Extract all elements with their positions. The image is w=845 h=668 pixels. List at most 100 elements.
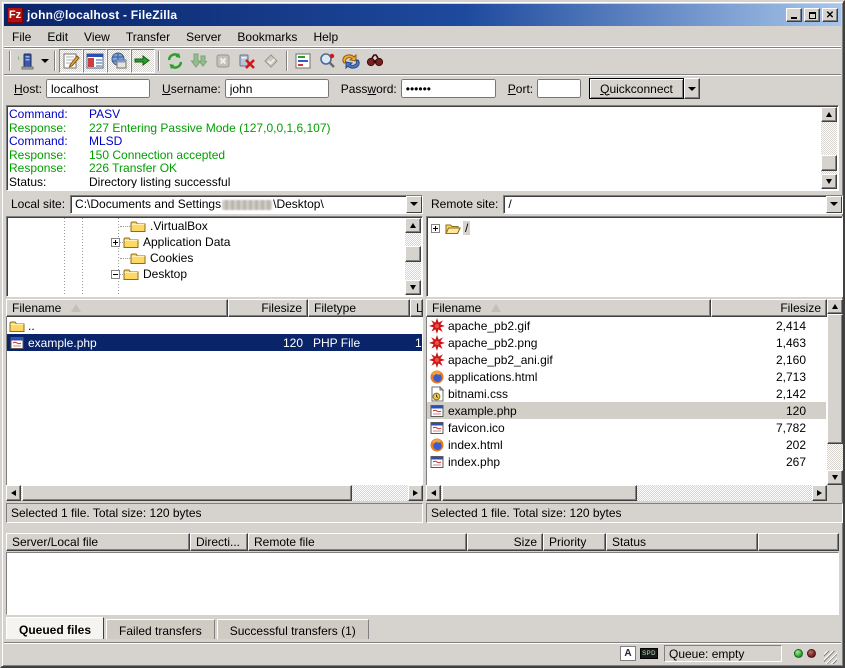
- quickconnect-button[interactable]: Quickconnect: [589, 78, 684, 99]
- menu-bookmarks[interactable]: Bookmarks: [229, 28, 305, 46]
- expand-icon[interactable]: [431, 224, 440, 233]
- column-header-filetype[interactable]: Filetype: [308, 299, 410, 317]
- minimize-button[interactable]: [786, 8, 802, 22]
- apache-image-icon: [429, 352, 445, 368]
- remote-vscrollbar[interactable]: [827, 299, 843, 485]
- data-type-indicator-icon[interactable]: A: [620, 646, 636, 661]
- scroll-thumb[interactable]: [405, 246, 421, 262]
- expand-icon[interactable]: [111, 238, 120, 247]
- reconnect-button[interactable]: [259, 49, 283, 73]
- local-hscrollbar[interactable]: [6, 485, 423, 501]
- synchronized-browsing-button[interactable]: [339, 49, 363, 73]
- tree-item[interactable]: Desktop: [8, 266, 405, 282]
- file-row-selected[interactable]: example.php 120: [427, 402, 826, 419]
- password-input[interactable]: [401, 79, 496, 98]
- scroll-up-button[interactable]: [827, 299, 843, 314]
- host-input[interactable]: [46, 79, 150, 98]
- scroll-thumb[interactable]: [827, 314, 843, 444]
- tree-item[interactable]: Cookies: [8, 250, 405, 266]
- refresh-button[interactable]: [163, 49, 187, 73]
- file-row-selected[interactable]: example.php 120 PHP File 1: [7, 334, 422, 351]
- site-manager-dropdown[interactable]: [38, 50, 51, 72]
- local-tree-scrollbar[interactable]: [405, 218, 421, 295]
- toggle-directory-pane-button[interactable]: [107, 49, 131, 73]
- column-header-filesize[interactable]: Filesize: [228, 299, 308, 317]
- maximize-button[interactable]: [804, 8, 820, 22]
- directory-comparison-button[interactable]: [315, 49, 339, 73]
- file-row[interactable]: index.html 202: [427, 436, 826, 453]
- file-row[interactable]: apache_pb2.png 1,463: [427, 334, 826, 351]
- scroll-right-button[interactable]: [408, 485, 423, 501]
- remote-hscrollbar[interactable]: [426, 485, 827, 501]
- combo-dropdown-button[interactable]: [406, 196, 422, 213]
- cancel-operation-button[interactable]: [211, 49, 235, 73]
- remote-pane: Remote site: / / Filename Filesize apach…: [426, 194, 843, 525]
- menu-transfer[interactable]: Transfer: [118, 28, 178, 46]
- menu-file[interactable]: File: [4, 28, 39, 46]
- toggle-directory-trees-button[interactable]: [83, 49, 107, 73]
- collapse-icon[interactable]: [111, 270, 120, 279]
- combo-dropdown-button[interactable]: [826, 196, 842, 213]
- filter-icon: [293, 51, 313, 71]
- local-pane: Local site: C:\Documents and Settings\De…: [6, 194, 423, 525]
- directory-trees-icon: [85, 51, 105, 71]
- toggle-transfer-queue-button[interactable]: [131, 49, 155, 73]
- tab-successful-transfers[interactable]: Successful transfers (1): [217, 619, 369, 639]
- process-queue-button[interactable]: [187, 49, 211, 73]
- speed-limits-icon[interactable]: SPD: [640, 648, 658, 659]
- column-header-filename[interactable]: Filename: [6, 299, 228, 317]
- quickconnect-dropdown[interactable]: [684, 78, 700, 99]
- column-header-filename[interactable]: Filename: [426, 299, 711, 317]
- file-row[interactable]: index.php 267: [427, 453, 826, 470]
- username-input[interactable]: [225, 79, 329, 98]
- column-header-filesize[interactable]: Filesize: [711, 299, 827, 317]
- tree-item[interactable]: /: [431, 220, 842, 236]
- file-row[interactable]: apache_pb2_ani.gif 2,160: [427, 351, 826, 368]
- scroll-right-button[interactable]: [812, 485, 827, 501]
- scroll-down-button[interactable]: [821, 174, 837, 189]
- filter-button[interactable]: [291, 49, 315, 73]
- scroll-up-button[interactable]: [405, 218, 421, 233]
- remote-directory-tree: /: [426, 216, 843, 297]
- file-row[interactable]: apache_pb2.gif 2,414: [427, 317, 826, 334]
- scroll-down-button[interactable]: [827, 470, 843, 485]
- scroll-thumb[interactable]: [442, 485, 637, 501]
- menu-edit[interactable]: Edit: [39, 28, 76, 46]
- column-header-status[interactable]: Status: [606, 533, 758, 551]
- remote-site-combo[interactable]: /: [503, 195, 843, 214]
- column-header-direction[interactable]: Directi...: [190, 533, 248, 551]
- file-row[interactable]: bitnami.css 2,142: [427, 385, 826, 402]
- window-title: john@localhost - FileZilla: [27, 8, 784, 22]
- file-row[interactable]: ..: [7, 317, 422, 334]
- scroll-thumb[interactable]: [22, 485, 352, 501]
- menu-view[interactable]: View: [76, 28, 118, 46]
- column-header-remote-file[interactable]: Remote file: [248, 533, 467, 551]
- site-manager-button[interactable]: [14, 49, 38, 73]
- menu-server[interactable]: Server: [178, 28, 229, 46]
- log-scrollbar[interactable]: [821, 107, 837, 189]
- column-header-size[interactable]: Size: [467, 533, 543, 551]
- disconnect-button[interactable]: [235, 49, 259, 73]
- scroll-left-button[interactable]: [426, 485, 441, 501]
- column-header-lastmodified[interactable]: L: [410, 299, 423, 317]
- column-header-server-local-file[interactable]: Server/Local file: [6, 533, 190, 551]
- local-status-text: Selected 1 file. Total size: 120 bytes: [6, 503, 423, 523]
- tree-item[interactable]: .VirtualBox: [8, 218, 405, 234]
- resize-grip[interactable]: [824, 651, 837, 664]
- tree-item[interactable]: Application Data: [8, 234, 405, 250]
- local-site-combo[interactable]: C:\Documents and Settings\Desktop\: [70, 195, 423, 214]
- tab-failed-transfers[interactable]: Failed transfers: [106, 619, 215, 639]
- file-row[interactable]: applications.html 2,713: [427, 368, 826, 385]
- toggle-message-log-button[interactable]: [59, 49, 83, 73]
- tab-queued-files[interactable]: Queued files: [6, 617, 104, 639]
- column-header-priority[interactable]: Priority: [543, 533, 606, 551]
- menu-help[interactable]: Help: [305, 28, 346, 46]
- file-row[interactable]: favicon.ico 7,782: [427, 419, 826, 436]
- close-button[interactable]: ✕: [822, 8, 838, 22]
- scroll-up-button[interactable]: [821, 107, 837, 122]
- scroll-left-button[interactable]: [6, 485, 21, 501]
- port-input[interactable]: [537, 79, 581, 98]
- scroll-down-button[interactable]: [405, 280, 421, 295]
- scroll-thumb[interactable]: [821, 155, 837, 171]
- find-files-button[interactable]: [363, 49, 387, 73]
